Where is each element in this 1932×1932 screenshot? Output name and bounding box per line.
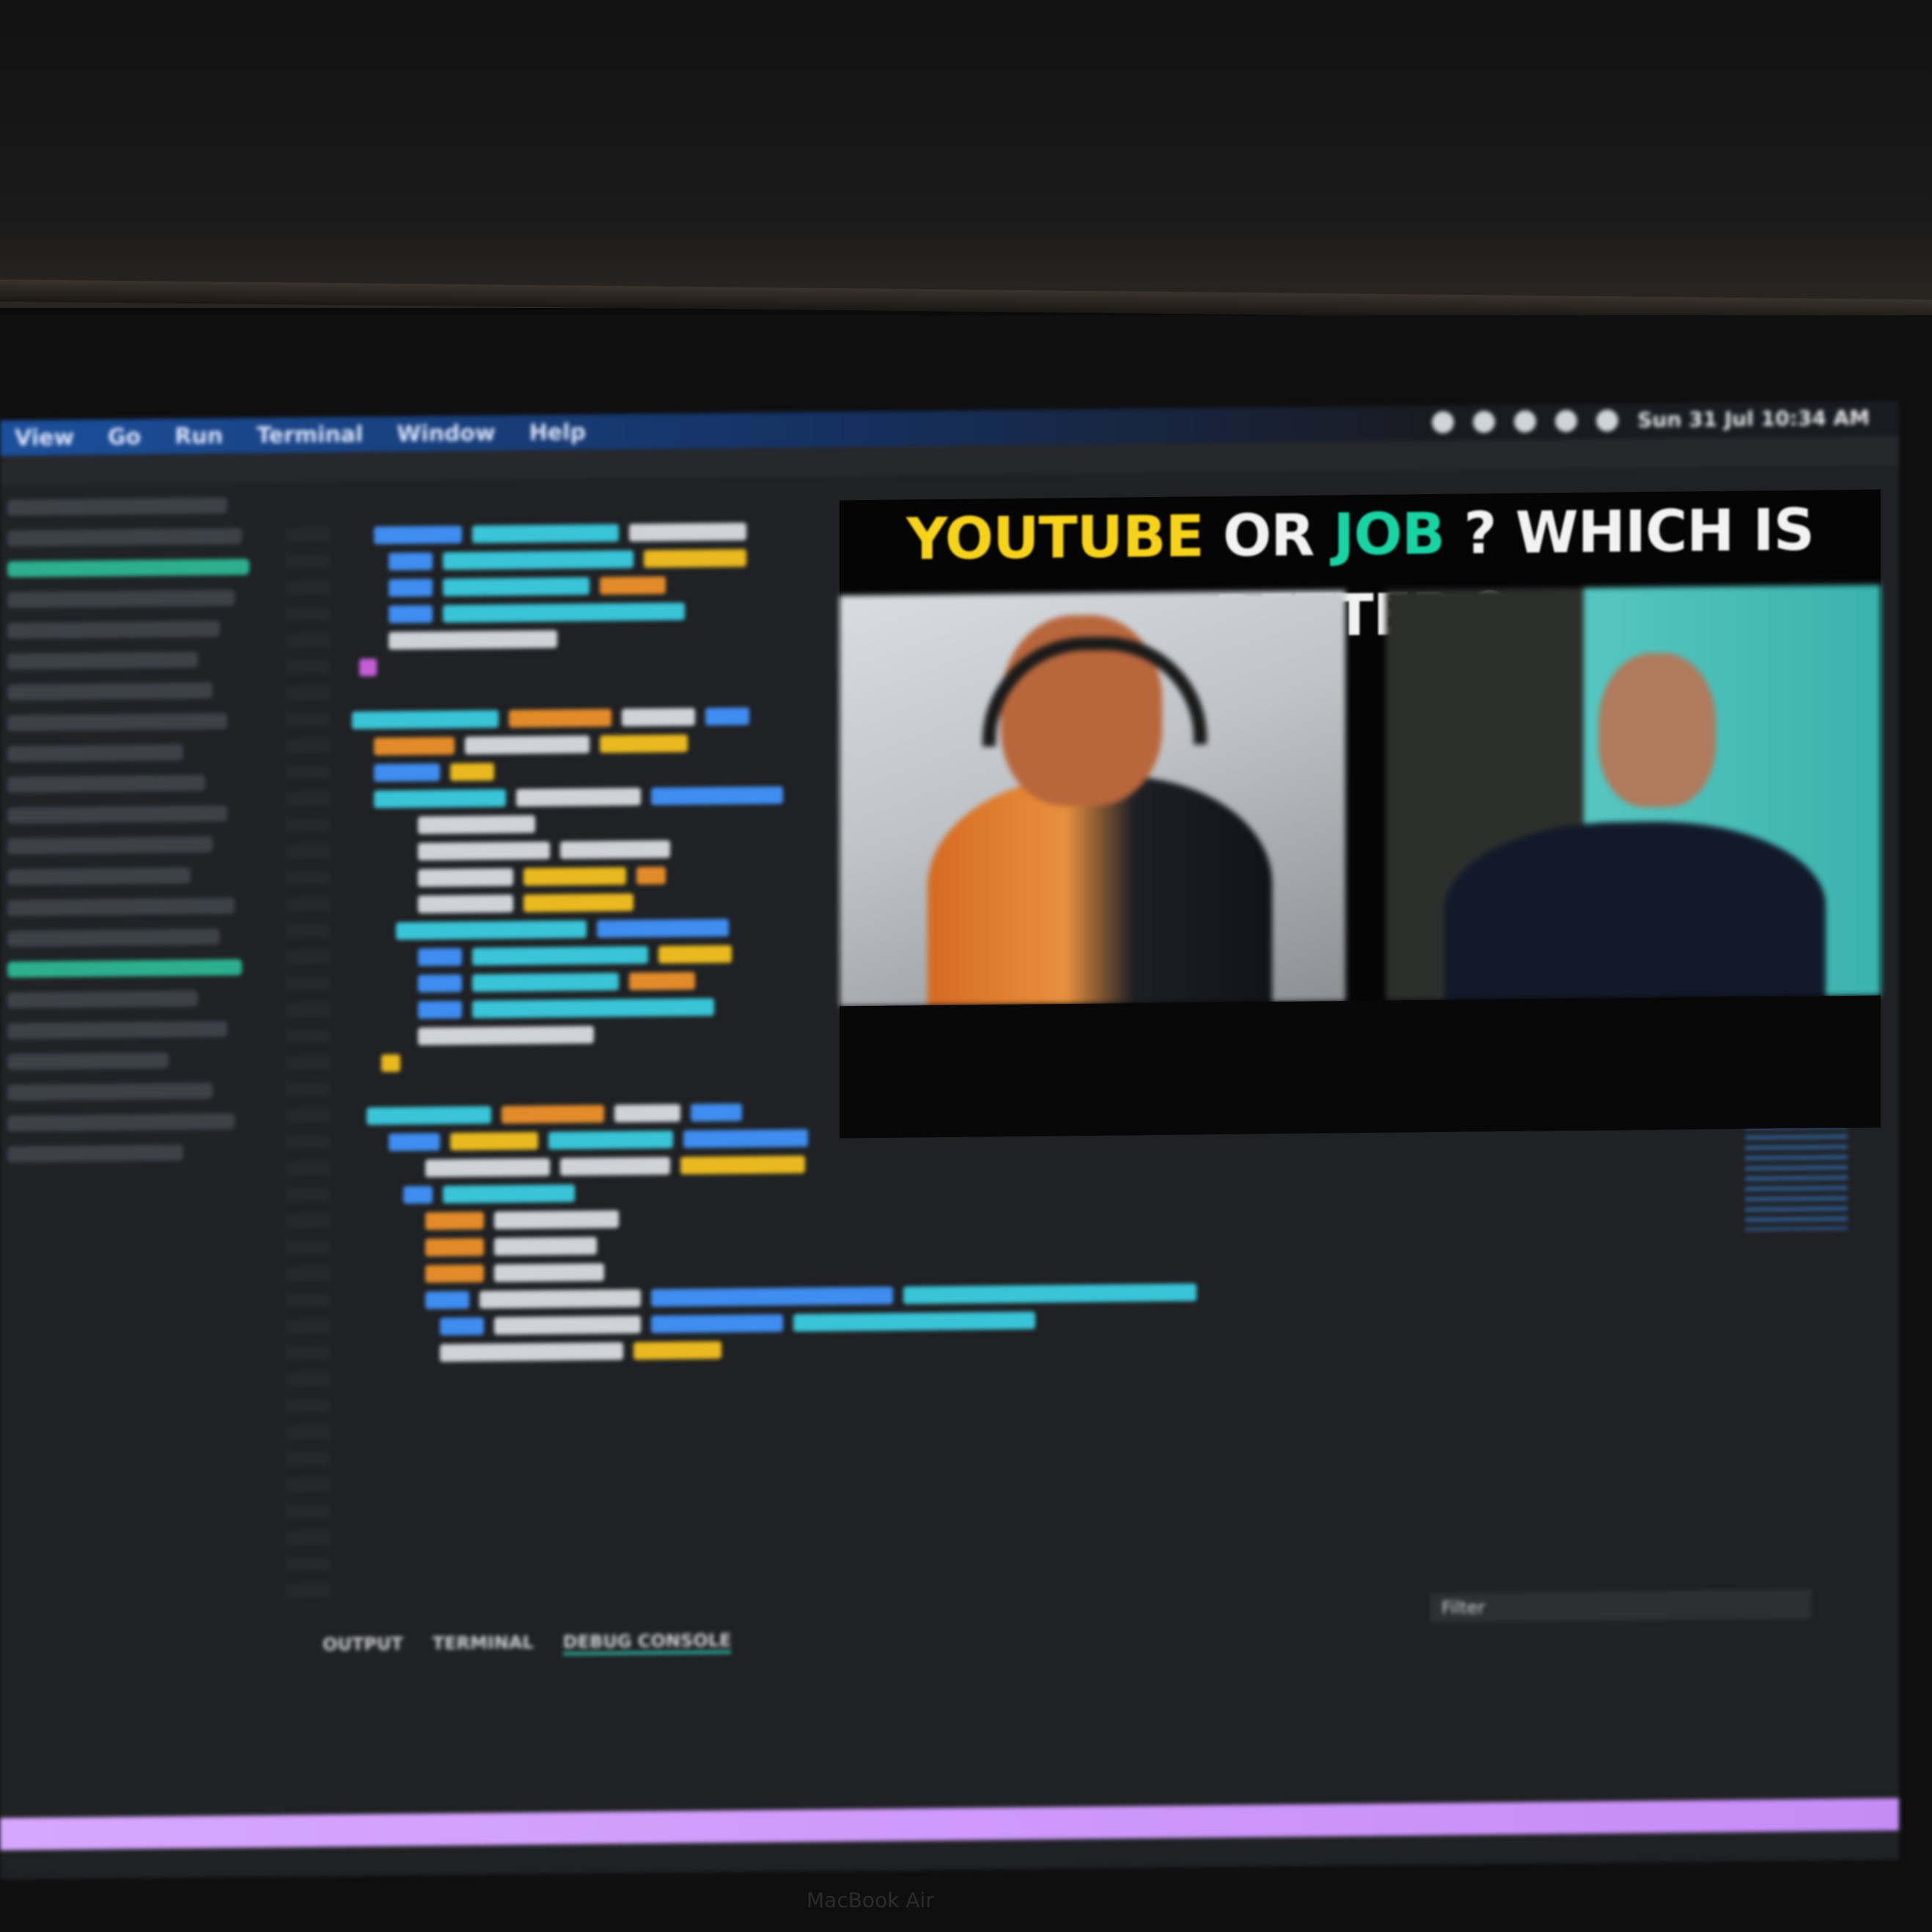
menu-terminal[interactable]: Terminal <box>257 422 363 449</box>
tab-terminal[interactable]: TERMINAL <box>433 1632 534 1656</box>
tree-item[interactable] <box>7 559 249 578</box>
status-icon[interactable] <box>1432 411 1455 433</box>
console-filter-input[interactable]: Filter <box>1430 1589 1811 1623</box>
device-label: MacBook Air <box>807 1888 934 1912</box>
menu-view[interactable]: View <box>15 425 74 451</box>
headline-word-or: OR <box>1222 502 1315 570</box>
tree-item[interactable] <box>7 620 220 639</box>
tree-item[interactable] <box>7 1113 235 1132</box>
tab-debug-console[interactable]: DEBUG CONSOLE <box>562 1630 732 1656</box>
status-icon[interactable] <box>1473 410 1496 433</box>
tree-item[interactable] <box>7 928 220 947</box>
video-footer-bar <box>840 995 1881 1139</box>
line-number-gutter <box>286 526 330 1598</box>
person-right-body <box>1444 820 1826 1001</box>
menu-clock[interactable]: Sun 31 Jul 10:34 AM <box>1637 405 1870 432</box>
battery-icon[interactable] <box>1555 409 1578 432</box>
menu-run[interactable]: Run <box>175 423 223 449</box>
tree-item[interactable] <box>7 1021 227 1040</box>
video-overlay: YOUTUBE OR JOB ? WHICH IS BETTER ? <box>840 489 1881 1139</box>
status-area: Sun 31 Jul 10:34 AM <box>1432 405 1870 434</box>
headline-word-job: JOB <box>1333 501 1445 569</box>
video-headline: YOUTUBE OR JOB ? WHICH IS BETTER ? <box>840 490 1881 651</box>
tree-item[interactable] <box>7 651 198 670</box>
tree-item[interactable] <box>7 682 213 701</box>
tree-item[interactable] <box>7 743 183 763</box>
wifi-icon[interactable] <box>1514 410 1537 433</box>
video-feed-right <box>1386 584 1881 1001</box>
file-explorer <box>0 482 286 1820</box>
person-left-body <box>928 774 1272 1007</box>
background-wall <box>0 0 1932 308</box>
tree-item[interactable] <box>7 774 205 793</box>
tree-item[interactable] <box>7 805 227 824</box>
search-icon[interactable] <box>1596 408 1619 432</box>
person-right-head <box>1598 652 1716 808</box>
tree-item[interactable] <box>7 836 213 855</box>
menu-window[interactable]: Window <box>397 420 496 447</box>
tree-item[interactable] <box>7 897 235 917</box>
tree-item[interactable] <box>7 528 242 547</box>
tree-item[interactable] <box>7 1144 183 1163</box>
video-feed-left <box>840 590 1345 1007</box>
panel-tabs: OUTPUT TERMINAL DEBUG CONSOLE <box>323 1630 732 1658</box>
menu-go[interactable]: Go <box>108 424 141 449</box>
tree-item[interactable] <box>7 497 227 516</box>
tree-item[interactable] <box>7 589 235 609</box>
tree-item[interactable] <box>7 867 191 886</box>
tree-item[interactable] <box>7 990 198 1009</box>
tree-item[interactable] <box>7 1082 213 1101</box>
headline-word-youtube: YOUTUBE <box>906 504 1204 573</box>
tree-item[interactable] <box>7 959 242 978</box>
tree-item[interactable] <box>7 1052 169 1070</box>
tab-output[interactable]: OUTPUT <box>323 1634 403 1658</box>
tree-item[interactable] <box>7 713 227 732</box>
menu-help[interactable]: Help <box>529 419 586 446</box>
